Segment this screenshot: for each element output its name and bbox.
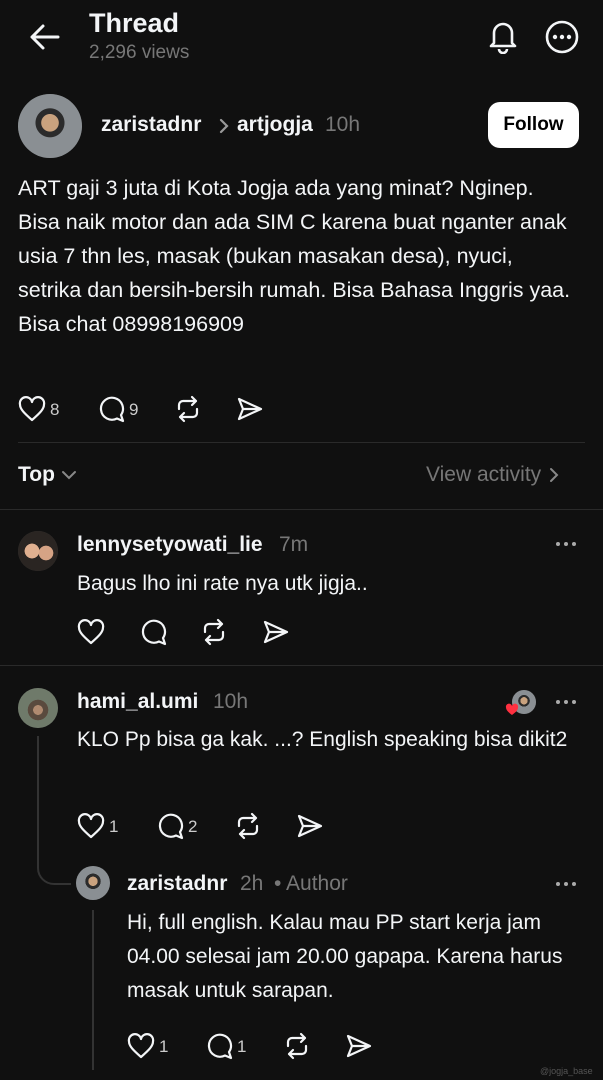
watermark: @jogja_base [540,1066,593,1076]
view-activity-label: View activity [426,463,542,486]
author-avatar[interactable] [18,94,82,158]
comment-time: 7m [279,533,309,556]
like-count: 8 [50,400,60,419]
more-options-icon[interactable] [556,542,576,546]
reply-icon[interactable] [139,618,167,646]
reply-author-avatar[interactable] [76,866,110,900]
more-options-icon[interactable] [544,19,580,55]
repost-icon[interactable] [234,812,262,840]
chevron-down-icon [61,471,76,480]
commenter-avatar[interactable] [18,531,58,571]
heart-badge-icon [505,703,519,716]
comment-author-name[interactable]: hami_al.umi [77,690,198,714]
page-title: Thread [89,8,180,38]
reply-count: 9 [129,400,139,419]
repost-icon[interactable] [174,395,202,423]
share-icon[interactable] [262,618,290,646]
share-icon[interactable] [236,395,264,423]
divider [0,509,603,510]
comment-text: Bagus lho ini rate nya utk jigja.. [77,572,368,595]
comment-text: KLO Pp bisa ga kak. ...? English speakin… [77,728,568,751]
chevron-right-icon [218,117,230,135]
follow-button[interactable]: Follow [488,102,579,148]
sort-label: Top [18,463,55,486]
bell-icon[interactable] [486,18,520,54]
reply-count: 2 [188,817,198,836]
follow-button-label: Follow [503,114,564,135]
reply-time: 2h [240,872,264,895]
post-author-name[interactable]: zaristadnr [101,113,201,137]
divider [18,442,585,443]
reply-icon[interactable] [156,812,184,840]
back-arrow-icon[interactable] [28,22,60,52]
thread-line [92,910,94,1070]
community-name[interactable]: artjogja [237,113,313,137]
view-activity-link[interactable]: View activity [426,463,559,487]
like-count: 1 [109,817,119,836]
reply-icon[interactable] [97,395,125,423]
repost-icon[interactable] [283,1032,311,1060]
more-options-icon[interactable] [556,700,576,704]
reply-author-name[interactable]: zaristadnr [127,872,227,896]
like-icon[interactable] [77,813,105,839]
like-count: 1 [159,1037,169,1056]
view-count: 2,296 views [89,42,190,63]
like-icon[interactable] [77,619,105,645]
repost-icon[interactable] [200,618,228,646]
comment-author-name[interactable]: lennysetyowati_lie [77,533,263,557]
like-icon[interactable] [127,1033,155,1059]
divider [0,665,603,666]
author-tag: • Author [274,872,348,895]
thread-line-curve [37,846,73,886]
comment-time: 10h [213,690,249,713]
share-icon[interactable] [296,812,324,840]
reply-text: Hi, full english. Kalau mau PP start ker… [127,911,563,1002]
chevron-right-icon [550,468,559,482]
commenter-avatar[interactable] [18,688,58,728]
sort-dropdown[interactable]: Top [18,463,77,487]
share-icon[interactable] [345,1032,373,1060]
post-time: 10h [325,113,361,136]
like-icon[interactable] [18,396,46,422]
reply-icon[interactable] [205,1032,233,1060]
more-options-icon[interactable] [556,882,576,886]
reply-count: 1 [237,1037,247,1056]
post-text: ART gaji 3 juta di Kota Jogja ada yang m… [18,176,571,336]
